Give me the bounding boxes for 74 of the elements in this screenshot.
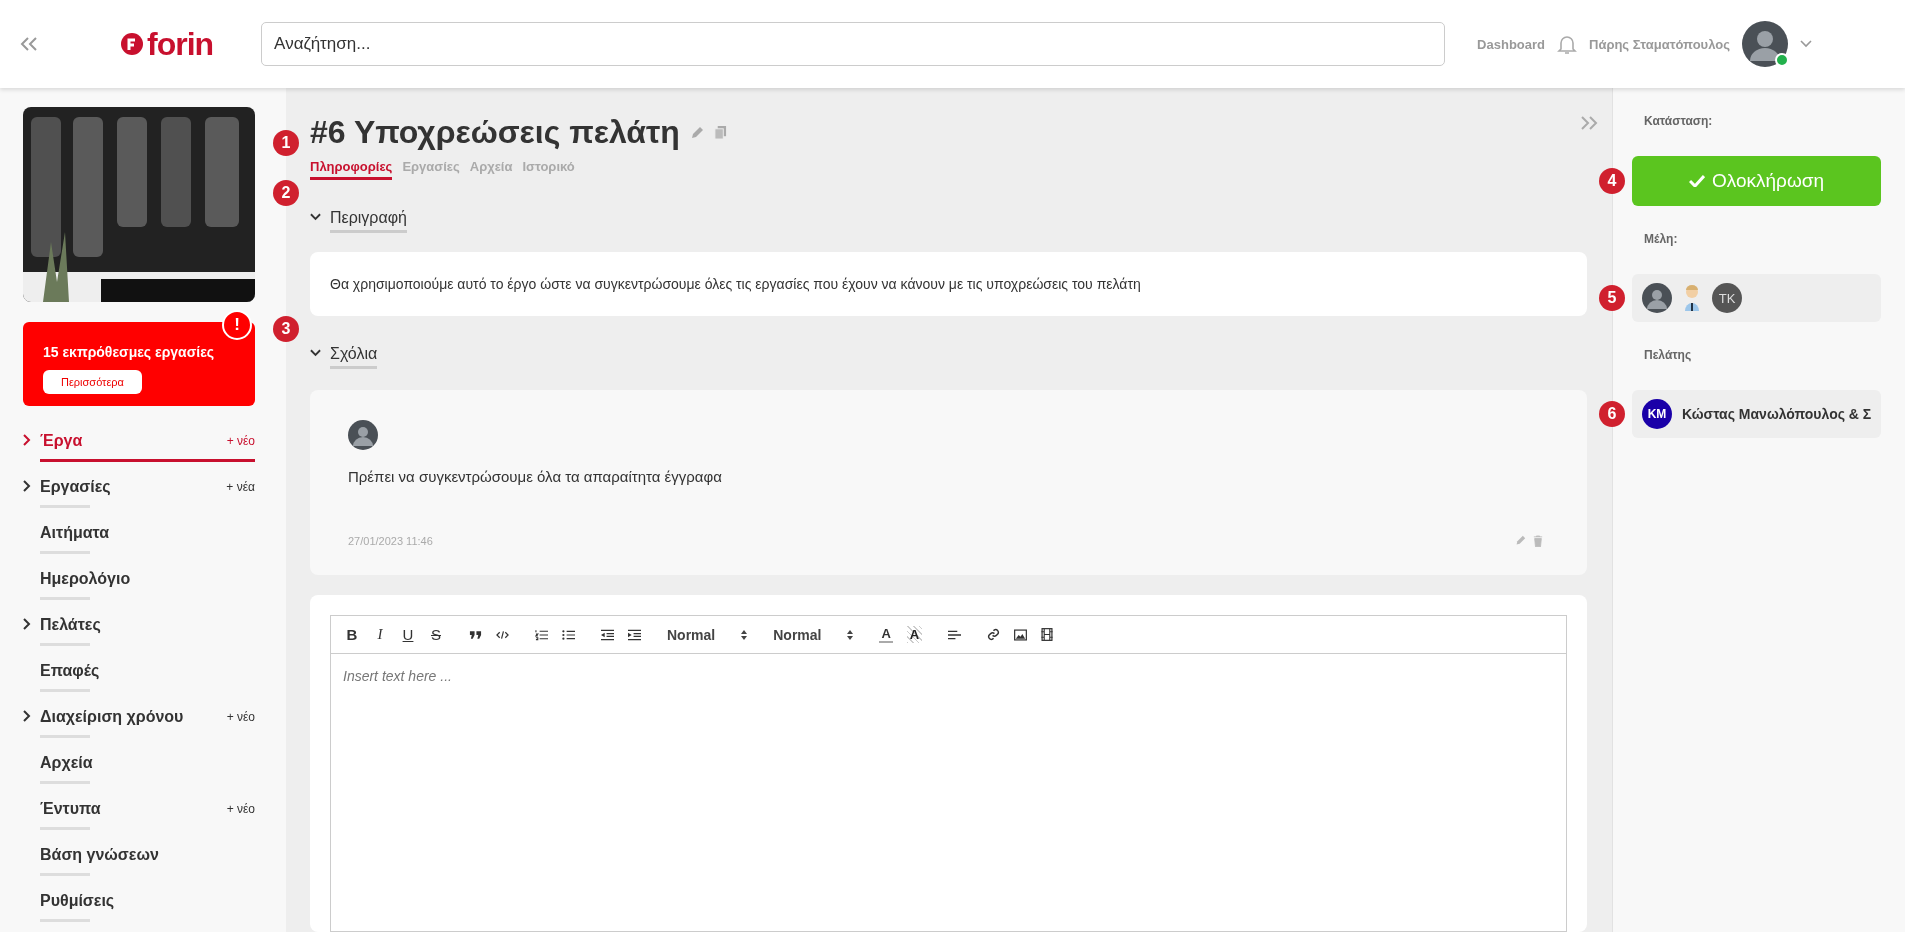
member-initials[interactable]: TK — [1712, 283, 1742, 313]
sidebar-item[interactable]: Έντυπα — [40, 800, 101, 818]
outdent-icon[interactable] — [601, 628, 614, 641]
chevron-icon[interactable] — [23, 710, 31, 722]
sidebar-item[interactable]: Αρχεία — [40, 754, 93, 772]
new-link[interactable]: + νέο — [226, 710, 255, 724]
sidebar-item[interactable]: Έργα — [40, 432, 83, 450]
chevron-icon[interactable] — [23, 618, 31, 630]
check-icon — [1688, 175, 1705, 187]
logo-icon — [120, 32, 144, 56]
sidebar-item[interactable]: Εργασίες — [40, 478, 111, 496]
step-marker: 3 — [273, 316, 299, 342]
status-label: Κατάσταση: — [1644, 114, 1714, 128]
more-button[interactable]: Περισσότερα — [43, 370, 142, 394]
bullet-list-icon[interactable] — [562, 628, 575, 641]
sort-arrows-icon[interactable] — [741, 629, 748, 640]
new-link[interactable]: + νέο — [226, 802, 255, 816]
sidebar-item[interactable]: Αιτήματα — [40, 524, 110, 542]
client-initials: KM — [1642, 399, 1672, 429]
search-field[interactable]: Αναζήτηση... — [261, 22, 1446, 66]
client-name[interactable]: Κώστας Μανωλόπουλος & Σ — [1682, 406, 1872, 422]
quote-icon[interactable] — [469, 629, 482, 640]
color-button[interactable]: A — [906, 626, 923, 643]
link-icon[interactable] — [987, 628, 1001, 641]
align-icon[interactable] — [948, 628, 962, 641]
step-marker: 2 — [273, 180, 299, 206]
client-label: Πελάτης — [1644, 348, 1693, 362]
comment-text: Πρέπει να συγκεντρώσουμε όλα τα απαραίτητα έγγραφα — [348, 468, 722, 485]
section-heading[interactable]: Περιγραφή — [330, 208, 407, 233]
collapse-icon[interactable] — [20, 37, 38, 51]
sidebar-item[interactable]: Διαχείριση χρόνου — [40, 708, 184, 726]
alert-badge: ! — [222, 310, 252, 340]
format-button[interactable]: B — [345, 626, 359, 643]
logo[interactable]: forin — [147, 25, 214, 63]
film-icon[interactable] — [1041, 628, 1054, 641]
step-marker: 5 — [1599, 285, 1625, 311]
sidebar-item[interactable]: Ρυθμίσεις — [40, 892, 115, 910]
code-icon[interactable] — [496, 629, 509, 640]
tab[interactable]: Πληροφορίες — [310, 159, 393, 180]
user-avatar[interactable] — [1741, 21, 1788, 67]
chevron-icon[interactable] — [23, 480, 31, 492]
style-select[interactable]: Normal — [667, 626, 748, 643]
indent-icon[interactable] — [628, 628, 641, 641]
section-heading[interactable]: Σχόλια — [330, 344, 378, 369]
editor-field[interactable]: Insert text here ... — [330, 654, 1567, 932]
chevron-icon[interactable] — [310, 349, 321, 357]
sort-arrows-icon[interactable] — [847, 629, 854, 640]
caret-icon[interactable] — [1799, 40, 1812, 48]
user-avatar — [348, 420, 378, 450]
step-marker: 4 — [1599, 168, 1625, 194]
format-button[interactable]: I — [373, 626, 387, 643]
comment-date: 27/01/2023 11:46 — [348, 535, 433, 547]
user-avatar[interactable] — [1642, 283, 1672, 313]
format-button[interactable]: U — [401, 626, 415, 643]
user-figure-icon[interactable] — [1682, 283, 1702, 313]
description-text: Θα χρησιμοποιούμε αυτό το έργο ώστε να συγκεντρώσουμε όλες τις εργασίες που έχουν να κάνουν με τις υποχρεώσεις του πελάτη — [330, 276, 1141, 292]
members-label: Μέλη: — [1644, 232, 1679, 246]
overdue-text: 15 εκπρόθεσμες εργασίες — [43, 344, 215, 360]
chevron-icon[interactable] — [310, 213, 321, 221]
sidebar-item[interactable]: Ημερολόγιο — [40, 570, 131, 588]
step-marker: 6 — [1599, 401, 1625, 427]
numbered-list-icon[interactable] — [535, 628, 548, 641]
sidebar-item[interactable]: Πελάτες — [40, 616, 101, 634]
sidebar-item[interactable]: Επαφές — [40, 662, 100, 680]
new-link[interactable]: + νέα — [226, 480, 255, 494]
step-marker: 1 — [273, 130, 299, 156]
new-link[interactable]: + νέο — [226, 434, 255, 448]
chevron-icon[interactable] — [23, 434, 31, 446]
format-button[interactable]: S — [429, 626, 443, 643]
sidebar-item[interactable]: Βάση γνώσεων — [40, 846, 159, 864]
style-select[interactable]: Normal — [773, 626, 854, 643]
color-button[interactable]: A — [879, 626, 893, 643]
task-title: #6 Υποχρεώσεις πελάτη — [310, 114, 680, 151]
image-icon[interactable] — [1014, 628, 1028, 641]
